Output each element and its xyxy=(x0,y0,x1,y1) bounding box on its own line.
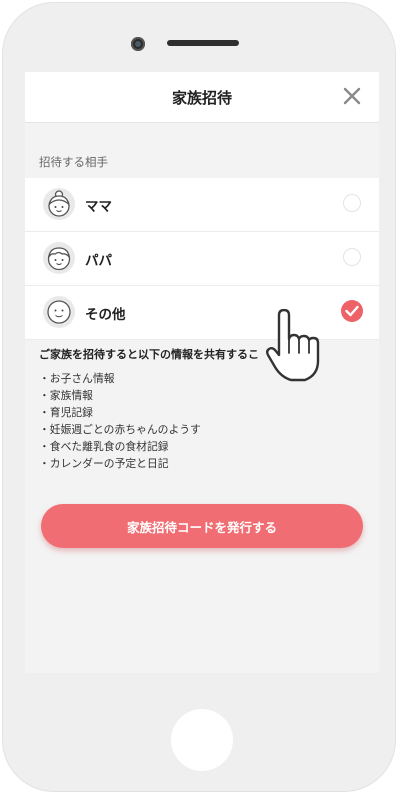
option-label-papa: パパ xyxy=(85,253,112,269)
speaker-grille xyxy=(167,40,239,46)
section-label: 招待する相手 xyxy=(39,155,108,169)
radio-mama[interactable] xyxy=(343,194,361,212)
father-avatar-icon xyxy=(43,242,75,274)
page-title: 家族招待 xyxy=(171,89,232,107)
home-button[interactable] xyxy=(171,709,233,771)
list-item: ・食べた離乳食の食材記録 xyxy=(39,440,169,453)
option-label-other: その他 xyxy=(85,307,126,323)
modal-header: 家族招待 xyxy=(25,72,379,123)
mother-avatar-icon xyxy=(43,188,75,220)
option-mama[interactable]: ママ xyxy=(25,178,379,232)
hand-pointer-icon xyxy=(266,309,320,382)
list-item: ・家族情報 xyxy=(39,389,93,402)
front-camera xyxy=(131,37,145,51)
radio-other-checked[interactable] xyxy=(341,300,363,322)
other-avatar-icon xyxy=(43,296,75,328)
issue-invite-code-button[interactable]: 家族招待コードを発行する xyxy=(41,504,363,548)
list-item: ・育児記録 xyxy=(39,406,93,419)
phone-frame: 家族招待 招待する相手 ママ パパ その他 ご家族を招待すると以下の情報を共有す… xyxy=(2,2,396,792)
check-icon xyxy=(345,305,359,317)
close-icon[interactable] xyxy=(341,85,363,107)
option-label-mama: ママ xyxy=(85,199,112,215)
radio-papa[interactable] xyxy=(343,248,361,266)
list-item: ・妊娠週ごとの赤ちゃんのようす xyxy=(39,423,201,436)
list-item: ・カレンダーの予定と日記 xyxy=(39,457,169,470)
option-papa[interactable]: パパ xyxy=(25,232,379,286)
